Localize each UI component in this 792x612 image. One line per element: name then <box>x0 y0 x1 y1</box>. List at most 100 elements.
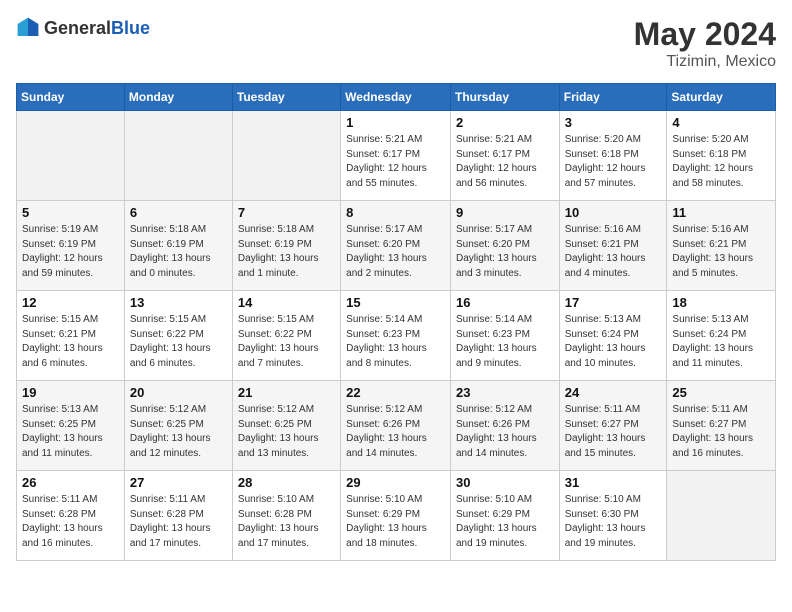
calendar-cell: 6 Sunrise: 5:18 AM Sunset: 6:19 PM Daylig… <box>124 201 232 291</box>
calendar-cell: 21Sunrise: 5:12 AM Sunset: 6:25 PM Dayli… <box>232 381 340 471</box>
day-number: 31 <box>565 475 662 490</box>
day-info: Sunrise: 5:10 AM Sunset: 6:29 PM Dayligh… <box>456 493 554 551</box>
logo: GeneralBlue <box>16 16 150 40</box>
calendar-cell <box>232 111 340 201</box>
logo-blue: Blue <box>111 18 150 38</box>
day-info: Sunrise: 5:15 AM Sunset: 6:22 PM Dayligh… <box>130 313 227 371</box>
calendar-week-row: 26 Sunrise: 5:11 AM Sunset: 6:28 PM Dayli… <box>17 471 776 561</box>
day-info: Sunrise: 5:11 AM Sunset: 6:28 PM Dayligh… <box>22 493 119 551</box>
day-info: Sunrise: 5:14 AM Sunset: 6:23 PM Dayligh… <box>346 313 445 371</box>
day-info: Sunrise: 5:20 AM Sunset: 6:18 PM Dayligh… <box>672 133 770 191</box>
header-wednesday: Wednesday <box>341 84 451 111</box>
day-number: 10 <box>565 205 662 220</box>
calendar-cell: 13 Sunrise: 5:15 AM Sunset: 6:22 PM Dayli… <box>124 291 232 381</box>
day-info: Sunrise: 5:21 AM Sunset: 6:17 PM Dayligh… <box>456 133 554 191</box>
day-number: 16 <box>456 295 554 310</box>
calendar-week-row: 12 Sunrise: 5:15 AM Sunset: 6:21 PM Dayli… <box>17 291 776 381</box>
calendar-cell: 1 Sunrise: 5:21 AM Sunset: 6:17 PM Daylig… <box>341 111 451 201</box>
day-number: 3 <box>565 115 662 130</box>
day-number: 17 <box>565 295 662 310</box>
day-number: 11 <box>672 205 770 220</box>
day-info: Sunrise: 5:13 AM Sunset: 6:24 PM Dayligh… <box>672 313 770 371</box>
day-info: Sunrise: 5:12 AM Sunset: 6:26 PM Dayligh… <box>346 403 445 461</box>
page-header: GeneralBlue May 2024 Tizimin, Mexico <box>16 16 776 71</box>
day-info: Sunrise: 5:11 AM Sunset: 6:28 PM Dayligh… <box>130 493 227 551</box>
day-number: 13 <box>130 295 227 310</box>
day-info: Sunrise: 5:13 AM Sunset: 6:25 PM Dayligh… <box>22 403 119 461</box>
header-monday: Monday <box>124 84 232 111</box>
day-number: 30 <box>456 475 554 490</box>
day-number: 15 <box>346 295 445 310</box>
calendar-cell: 18 Sunrise: 5:13 AM Sunset: 6:24 PM Dayli… <box>667 291 776 381</box>
calendar-cell: 24 Sunrise: 5:11 AM Sunset: 6:27 PM Dayli… <box>559 381 667 471</box>
calendar-cell: 15 Sunrise: 5:14 AM Sunset: 6:23 PM Dayli… <box>341 291 451 381</box>
calendar-cell: 20 Sunrise: 5:12 AM Sunset: 6:25 PM Dayli… <box>124 381 232 471</box>
calendar-cell: 4 Sunrise: 5:20 AM Sunset: 6:18 PM Daylig… <box>667 111 776 201</box>
header-thursday: Thursday <box>450 84 559 111</box>
day-number: 23 <box>456 385 554 400</box>
day-info: Sunrise: 5:10 AM Sunset: 6:29 PM Dayligh… <box>346 493 445 551</box>
header-sunday: Sunday <box>17 84 125 111</box>
calendar-cell: 14Sunrise: 5:15 AM Sunset: 6:22 PM Dayli… <box>232 291 340 381</box>
calendar-header-row: SundayMondayTuesdayWednesdayThursdayFrid… <box>17 84 776 111</box>
day-info: Sunrise: 5:10 AM Sunset: 6:28 PM Dayligh… <box>238 493 335 551</box>
day-info: Sunrise: 5:12 AM Sunset: 6:26 PM Dayligh… <box>456 403 554 461</box>
day-info: Sunrise: 5:20 AM Sunset: 6:18 PM Dayligh… <box>565 133 662 191</box>
day-info: Sunrise: 5:17 AM Sunset: 6:20 PM Dayligh… <box>346 223 445 281</box>
calendar-cell: 5Sunrise: 5:19 AM Sunset: 6:19 PM Daylig… <box>17 201 125 291</box>
day-info: Sunrise: 5:10 AM Sunset: 6:30 PM Dayligh… <box>565 493 662 551</box>
day-number: 1 <box>346 115 445 130</box>
calendar-cell: 12 Sunrise: 5:15 AM Sunset: 6:21 PM Dayli… <box>17 291 125 381</box>
calendar-cell <box>124 111 232 201</box>
calendar-cell: 16 Sunrise: 5:14 AM Sunset: 6:23 PM Dayli… <box>450 291 559 381</box>
day-info: Sunrise: 5:12 AM Sunset: 6:25 PM Dayligh… <box>130 403 227 461</box>
month-title: May 2024 <box>634 16 776 53</box>
day-number: 26 <box>22 475 119 490</box>
header-tuesday: Tuesday <box>232 84 340 111</box>
day-info: Sunrise: 5:15 AM Sunset: 6:21 PM Dayligh… <box>22 313 119 371</box>
calendar-cell: 19 Sunrise: 5:13 AM Sunset: 6:25 PM Dayli… <box>17 381 125 471</box>
calendar-cell: 7Sunrise: 5:18 AM Sunset: 6:19 PM Daylig… <box>232 201 340 291</box>
calendar-cell: 3 Sunrise: 5:20 AM Sunset: 6:18 PM Daylig… <box>559 111 667 201</box>
calendar-cell: 29 Sunrise: 5:10 AM Sunset: 6:29 PM Dayli… <box>341 471 451 561</box>
day-info: Sunrise: 5:16 AM Sunset: 6:21 PM Dayligh… <box>565 223 662 281</box>
logo-general: General <box>44 18 111 38</box>
day-number: 12 <box>22 295 119 310</box>
header-saturday: Saturday <box>667 84 776 111</box>
calendar-cell: 28 Sunrise: 5:10 AM Sunset: 6:28 PM Dayli… <box>232 471 340 561</box>
day-info: Sunrise: 5:12 AM Sunset: 6:25 PM Dayligh… <box>238 403 335 461</box>
day-number: 22 <box>346 385 445 400</box>
calendar-cell: 23 Sunrise: 5:12 AM Sunset: 6:26 PM Dayli… <box>450 381 559 471</box>
day-number: 29 <box>346 475 445 490</box>
day-info: Sunrise: 5:14 AM Sunset: 6:23 PM Dayligh… <box>456 313 554 371</box>
day-number: 4 <box>672 115 770 130</box>
logo-icon <box>16 16 40 40</box>
day-info: Sunrise: 5:17 AM Sunset: 6:20 PM Dayligh… <box>456 223 554 281</box>
calendar-cell <box>17 111 125 201</box>
day-number: 5 <box>22 205 119 220</box>
calendar-cell: 17Sunrise: 5:13 AM Sunset: 6:24 PM Dayli… <box>559 291 667 381</box>
calendar-table: SundayMondayTuesdayWednesdayThursdayFrid… <box>16 83 776 561</box>
day-number: 28 <box>238 475 335 490</box>
day-info: Sunrise: 5:16 AM Sunset: 6:21 PM Dayligh… <box>672 223 770 281</box>
location-title: Tizimin, Mexico <box>634 53 776 71</box>
calendar-cell: 11 Sunrise: 5:16 AM Sunset: 6:21 PM Dayli… <box>667 201 776 291</box>
calendar-week-row: 5Sunrise: 5:19 AM Sunset: 6:19 PM Daylig… <box>17 201 776 291</box>
day-info: Sunrise: 5:11 AM Sunset: 6:27 PM Dayligh… <box>565 403 662 461</box>
header-friday: Friday <box>559 84 667 111</box>
day-number: 6 <box>130 205 227 220</box>
day-info: Sunrise: 5:18 AM Sunset: 6:19 PM Dayligh… <box>130 223 227 281</box>
calendar-week-row: 19 Sunrise: 5:13 AM Sunset: 6:25 PM Dayli… <box>17 381 776 471</box>
calendar-cell: 30 Sunrise: 5:10 AM Sunset: 6:29 PM Dayli… <box>450 471 559 561</box>
day-number: 25 <box>672 385 770 400</box>
day-number: 19 <box>22 385 119 400</box>
day-number: 24 <box>565 385 662 400</box>
title-block: May 2024 Tizimin, Mexico <box>634 16 776 71</box>
day-number: 8 <box>346 205 445 220</box>
day-number: 27 <box>130 475 227 490</box>
day-info: Sunrise: 5:21 AM Sunset: 6:17 PM Dayligh… <box>346 133 445 191</box>
day-number: 20 <box>130 385 227 400</box>
day-info: Sunrise: 5:15 AM Sunset: 6:22 PM Dayligh… <box>238 313 335 371</box>
day-number: 18 <box>672 295 770 310</box>
day-info: Sunrise: 5:11 AM Sunset: 6:27 PM Dayligh… <box>672 403 770 461</box>
